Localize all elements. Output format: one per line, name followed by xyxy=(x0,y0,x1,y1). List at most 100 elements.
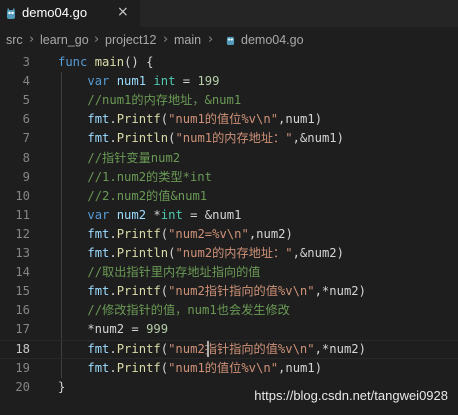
code-token: ,*num2) xyxy=(314,284,366,299)
code-editor[interactable]: 3 func main() {4 var num1 int = 199 5 //nu… xyxy=(0,52,458,415)
breadcrumb-item-src[interactable]: src xyxy=(6,33,23,47)
code-line[interactable]: fmt.Println("num1的内存地址：",&num1) xyxy=(58,129,344,148)
line-number: 9 xyxy=(22,169,30,184)
code-line[interactable]: var num2 *int = &num1 xyxy=(58,206,241,225)
code-line[interactable]: //修改指针的值，num1也会发生修改 xyxy=(58,301,289,320)
line-number: 10 xyxy=(15,188,30,203)
code-line[interactable]: fmt.Println("num2的内存地址：",&num2) xyxy=(58,244,344,263)
code-token: fmt xyxy=(87,226,110,241)
line-number: 8 xyxy=(22,150,30,165)
code-token: () { xyxy=(124,55,154,69)
code-line[interactable]: //num1的内存地址，&num1 xyxy=(58,91,241,110)
line-number: 14 xyxy=(15,265,30,280)
breadcrumb: src › learn_go › project12 › main › demo… xyxy=(0,27,458,52)
code-line[interactable]: //取出指针里内存地址指向的值 xyxy=(58,263,260,282)
code-token: . xyxy=(109,226,117,241)
close-icon[interactable]: × xyxy=(117,4,129,20)
code-token: "num1的内存地址：" xyxy=(175,131,293,146)
code-token: . xyxy=(109,112,117,127)
breadcrumb-item-learn-go[interactable]: learn_go xyxy=(40,33,89,47)
code-token: * xyxy=(146,207,161,222)
code-token: int xyxy=(160,207,183,222)
code-token: var xyxy=(87,207,110,222)
code-token: 199 xyxy=(197,74,220,89)
code-token: fmt xyxy=(87,246,110,260)
breadcrumb-item-main[interactable]: main xyxy=(174,33,201,47)
code-line[interactable]: fmt.Printf("num2=%v\n",num2) xyxy=(58,225,293,244)
code-token: fmt xyxy=(87,112,110,127)
code-token: var xyxy=(87,74,110,89)
code-token: fmt xyxy=(87,131,110,146)
code-line[interactable]: var num1 int = 199 xyxy=(58,72,219,91)
code-token: ( xyxy=(160,284,169,299)
code-token: "num2指针指向的值%v\n" xyxy=(168,284,315,299)
code-line[interactable]: func main() { xyxy=(58,53,153,72)
code-line[interactable]: } xyxy=(58,378,65,397)
code-token: . xyxy=(109,341,117,356)
code-token: fmt xyxy=(87,360,110,375)
line-number: 15 xyxy=(15,284,30,299)
code-token: //2.num2的值&num1 xyxy=(87,188,208,203)
code-token: ,num1) xyxy=(278,112,323,127)
code-token: ( xyxy=(160,341,169,356)
code-line[interactable]: //指针变量num2 xyxy=(58,149,180,168)
line-number: 19 xyxy=(15,360,30,375)
code-token: = xyxy=(175,74,198,89)
code-line[interactable]: //1.num2的类型*int xyxy=(58,168,212,187)
code-token: fmt xyxy=(87,284,110,299)
code-token: "num2的内存地址：" xyxy=(175,246,293,260)
code-token: ,num1) xyxy=(278,360,323,375)
code-token: Printf xyxy=(116,341,161,356)
code-token: . xyxy=(109,284,117,299)
code-token: int xyxy=(153,74,176,89)
code-token: func xyxy=(58,55,88,69)
line-number: 3 xyxy=(22,55,30,69)
code-token: //num1的内存地址，&num1 xyxy=(87,93,242,108)
code-token: Printf xyxy=(116,226,161,241)
code-token: ,num2) xyxy=(248,226,293,241)
code-token: "num1的值位%v\n" xyxy=(168,360,279,375)
code-token: *num2 = xyxy=(58,322,147,337)
line-number: 16 xyxy=(15,303,30,318)
code-token: "num2=%v\n" xyxy=(168,226,249,241)
code-token: //取出指针里内存地址指向的值 xyxy=(87,265,261,280)
code-line[interactable]: fmt.Printf("num2指针指向的值%v\n",*num2) xyxy=(58,340,366,359)
code-token: //1.num2的类型*int xyxy=(87,169,212,184)
code-line[interactable]: //2.num2的值&num1 xyxy=(58,187,207,206)
line-number: 7 xyxy=(22,131,30,146)
line-number: 5 xyxy=(22,93,30,108)
breadcrumb-item-file[interactable]: demo04.go xyxy=(241,33,304,47)
code-line[interactable]: fmt.Printf("num2指针指向的值%v\n",*num2) xyxy=(58,282,366,301)
breadcrumb-item-project12[interactable]: project12 xyxy=(105,33,156,47)
go-file-icon xyxy=(226,36,235,45)
code-token: ( xyxy=(160,112,169,127)
code-token: main xyxy=(94,55,125,69)
code-line[interactable]: fmt.Printf("num1的值位%v\n",num1) xyxy=(58,359,322,378)
code-token: Printf xyxy=(116,360,161,375)
line-number: 12 xyxy=(15,226,30,241)
code-token: ( xyxy=(160,226,169,241)
watermark: https://blog.csdn.net/tangwei0928 xyxy=(254,388,448,403)
code-token: num1 xyxy=(116,74,147,89)
code-token: = &num1 xyxy=(182,207,242,222)
code-line[interactable]: fmt.Printf("num1的值位%v\n",num1) xyxy=(58,110,322,129)
code-token: //指针变量num2 xyxy=(87,150,181,165)
tab-demo04-go[interactable]: demo04.go × xyxy=(0,0,140,27)
text-cursor xyxy=(207,340,209,357)
chevron-right-icon: › xyxy=(163,32,169,47)
code-token: } xyxy=(58,379,66,394)
code-token: Println xyxy=(116,246,169,260)
code-line[interactable]: *num2 = 999 xyxy=(58,320,168,339)
